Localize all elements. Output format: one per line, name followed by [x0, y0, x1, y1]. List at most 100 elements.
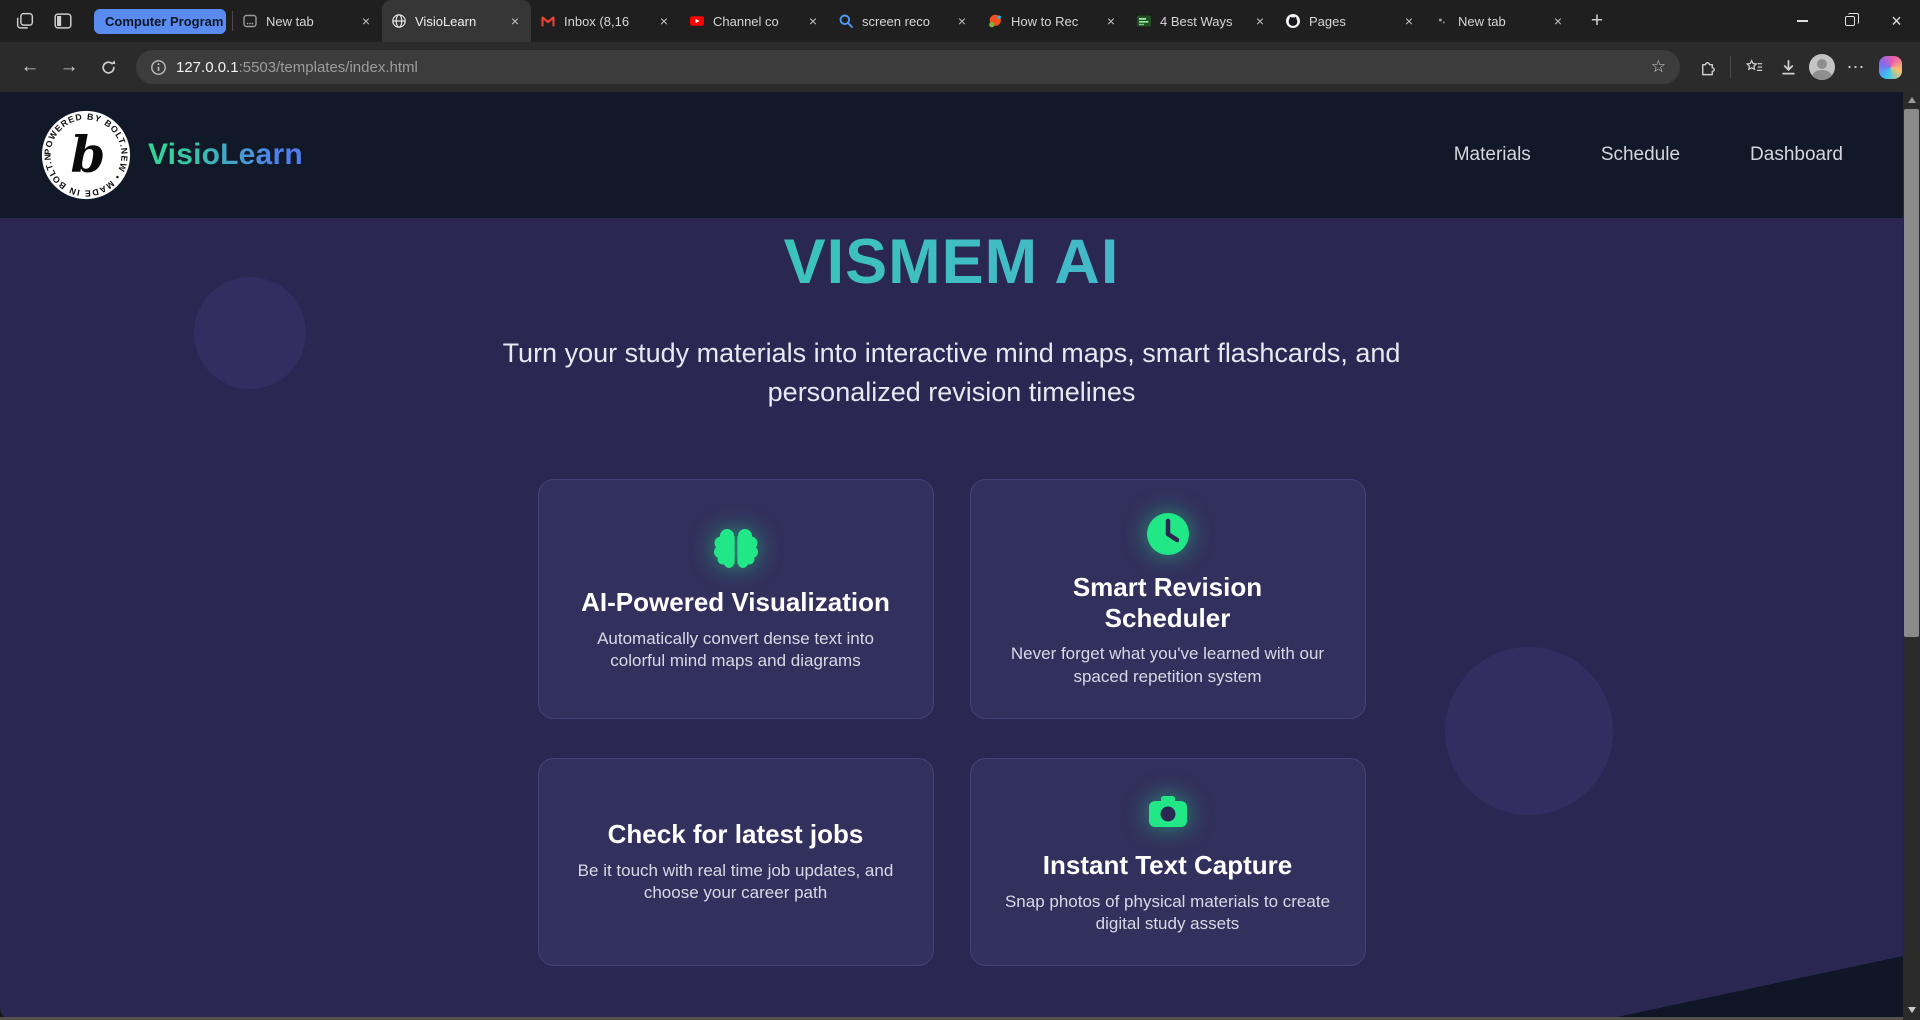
tab-close-icon[interactable]: ×	[508, 13, 522, 29]
tab-close-icon[interactable]: ×	[806, 13, 820, 29]
settings-more-icon[interactable]: ⋯	[1839, 50, 1873, 84]
tab-label: New tab	[266, 13, 314, 29]
tab-new-tab-2[interactable]: New tab ×	[1425, 0, 1574, 42]
nav-link-dashboard[interactable]: Dashboard	[1750, 144, 1843, 166]
minimize-button[interactable]	[1779, 0, 1826, 42]
tab-inbox[interactable]: Inbox (8,16 ×	[531, 0, 680, 42]
minimize-icon	[1797, 20, 1808, 22]
avatar	[1809, 54, 1835, 80]
card-description: Be it touch with real time job updates, …	[577, 860, 894, 903]
card-description: Snap photos of physical materials to cre…	[1004, 891, 1331, 934]
feature-card-visualization[interactable]: AI-Powered Visualization Automatically c…	[537, 479, 934, 719]
favorites-icon[interactable]	[1737, 50, 1771, 84]
reload-button[interactable]	[91, 50, 125, 84]
copilot-icon[interactable]	[1873, 50, 1907, 84]
scrollbar-thumb[interactable]	[1904, 109, 1919, 637]
card-title: AI-Powered Visualization	[581, 587, 890, 618]
profile-avatar[interactable]	[1805, 50, 1839, 84]
url-text[interactable]: 127.0.0.1:5503/templates/index.html	[176, 59, 1643, 76]
tab-label: screen reco	[862, 13, 930, 29]
back-button[interactable]: ←	[13, 50, 47, 84]
tab-label: How to Rec	[1011, 13, 1079, 29]
extensions-icon[interactable]	[1690, 50, 1724, 84]
bolt-badge-logo: POWERED BY BOLT.NEW • MADE IN BOLT.NEW •…	[40, 109, 131, 200]
youtube-icon	[689, 13, 705, 29]
tab-github-pages[interactable]: Pages ×	[1276, 0, 1425, 42]
tab-label: Pages	[1309, 13, 1346, 29]
browser-tabbar: Computer Program New tab × VisioLearn × …	[0, 0, 1920, 42]
scrollbar-up-arrow[interactable]	[1903, 92, 1920, 108]
tab-screen-recorder-search[interactable]: screen reco ×	[829, 0, 978, 42]
feature-cards-grid: AI-Powered Visualization Automatically c…	[537, 479, 1366, 966]
thumbnail-icon	[1136, 13, 1152, 29]
tab-new-tab-1[interactable]: New tab ×	[233, 0, 382, 42]
search-icon	[838, 13, 854, 29]
favorite-star-icon[interactable]: ☆	[1651, 57, 1666, 77]
feature-card-capture[interactable]: Instant Text Capture Snap photos of phys…	[969, 758, 1366, 966]
github-icon	[1285, 13, 1301, 29]
close-button[interactable]: ×	[1873, 0, 1920, 42]
downloads-icon[interactable]	[1771, 50, 1805, 84]
tab-label: New tab	[1458, 13, 1506, 29]
feature-card-jobs[interactable]: Check for latest jobs Be it touch with r…	[537, 758, 934, 966]
globe-icon	[391, 13, 407, 29]
restore-button[interactable]	[1826, 0, 1873, 42]
tab-close-icon[interactable]: ×	[1551, 13, 1565, 29]
window-controls: ×	[1779, 0, 1920, 42]
new-tab-button[interactable]: +	[1580, 4, 1614, 38]
decorative-circle-right	[1445, 647, 1613, 815]
card-title: Check for latest jobs	[607, 819, 864, 850]
page-viewport: POWERED BY BOLT.NEW • MADE IN BOLT.NEW •…	[0, 92, 1920, 1020]
browser-toolbar: ← → 127.0.0.1:5503/templates/index.html …	[0, 42, 1920, 92]
tab-label: Inbox (8,16	[564, 13, 630, 29]
hero-section: VISMEM AI Turn your study materials into…	[0, 218, 1903, 1020]
tab-visiolearn[interactable]: VisioLearn ×	[382, 0, 531, 42]
hero-subtitle: Turn your study materials into interacti…	[502, 338, 1401, 407]
card-description: Never forget what you've learned with ou…	[1010, 644, 1325, 686]
site-info-icon[interactable]	[150, 59, 167, 76]
tab-close-icon[interactable]: ×	[657, 13, 671, 29]
brain-icon	[713, 529, 758, 569]
tab-4-best-ways[interactable]: 4 Best Ways ×	[1127, 0, 1276, 42]
toolbar-separator	[1730, 56, 1731, 78]
url-path: :5503/templates/index.html	[238, 58, 418, 76]
url-host: 127.0.0.1	[176, 58, 239, 76]
tab-close-icon[interactable]: ×	[1402, 13, 1416, 29]
tab-close-icon[interactable]: ×	[359, 13, 373, 29]
site-header: POWERED BY BOLT.NEW • MADE IN BOLT.NEW •…	[0, 92, 1903, 218]
page-icon	[242, 13, 258, 29]
card-title: Smart Revision Scheduler	[1072, 571, 1263, 633]
restore-icon	[1844, 12, 1859, 26]
site-nav: Materials Schedule Dashboard	[1454, 144, 1843, 166]
tab-close-icon[interactable]: ×	[1253, 13, 1267, 29]
tab-how-to-record[interactable]: How to Rec ×	[978, 0, 1127, 42]
camera-icon	[1148, 796, 1187, 828]
brand-title[interactable]: VisioLearn	[148, 138, 303, 172]
section-diagonal-accent	[1603, 956, 1903, 1020]
card-description: Automatically convert dense text into co…	[597, 628, 874, 671]
close-icon: ×	[1891, 11, 1902, 31]
tab-group-label[interactable]: Computer Program	[94, 8, 226, 34]
nav-link-schedule[interactable]: Schedule	[1601, 144, 1680, 166]
tab-label: VisioLearn	[415, 13, 477, 29]
clock-icon	[1146, 512, 1189, 555]
decorative-circle-left	[194, 277, 306, 389]
badge-letter: b	[70, 125, 105, 184]
tab-close-icon[interactable]: ×	[1104, 13, 1118, 29]
site-icon	[987, 13, 1003, 29]
nav-link-materials[interactable]: Materials	[1454, 144, 1531, 166]
gmail-icon	[540, 13, 556, 29]
tab-label: 4 Best Ways	[1160, 13, 1233, 29]
card-title: Instant Text Capture	[1042, 850, 1293, 881]
tab-youtube-channel[interactable]: Channel co ×	[680, 0, 829, 42]
vertical-tabs-icon[interactable]	[50, 8, 76, 34]
forward-button[interactable]: →	[52, 50, 86, 84]
dot-icon	[1434, 13, 1450, 29]
address-bar[interactable]: 127.0.0.1:5503/templates/index.html ☆	[136, 50, 1680, 84]
hero-title: VISMEM AI	[0, 218, 1903, 298]
tab-close-icon[interactable]: ×	[955, 13, 969, 29]
page-scrollbar[interactable]	[1903, 92, 1920, 1020]
scrollbar-down-arrow[interactable]	[1903, 1002, 1920, 1018]
feature-card-scheduler[interactable]: Smart Revision Scheduler Never forget wh…	[969, 479, 1366, 719]
workspaces-icon[interactable]	[12, 8, 38, 34]
